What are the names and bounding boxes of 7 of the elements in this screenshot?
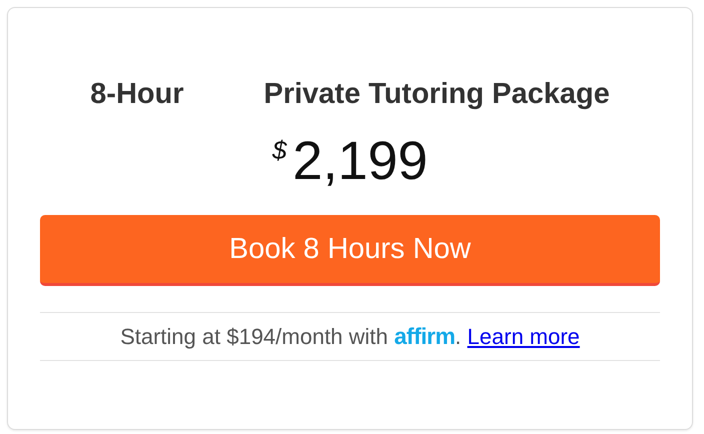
- package-title: 8-Hour: [90, 78, 184, 111]
- currency-symbol: $: [272, 135, 287, 166]
- package-title: Private Tutoring Package: [264, 78, 610, 111]
- financing-text: Starting at $194/month with affirm. Learn more: [120, 323, 580, 350]
- affirm-logo: affirm: [394, 323, 456, 349]
- price: 2,199: [292, 131, 428, 191]
- learn-more-link[interactable]: Learn more: [467, 324, 580, 349]
